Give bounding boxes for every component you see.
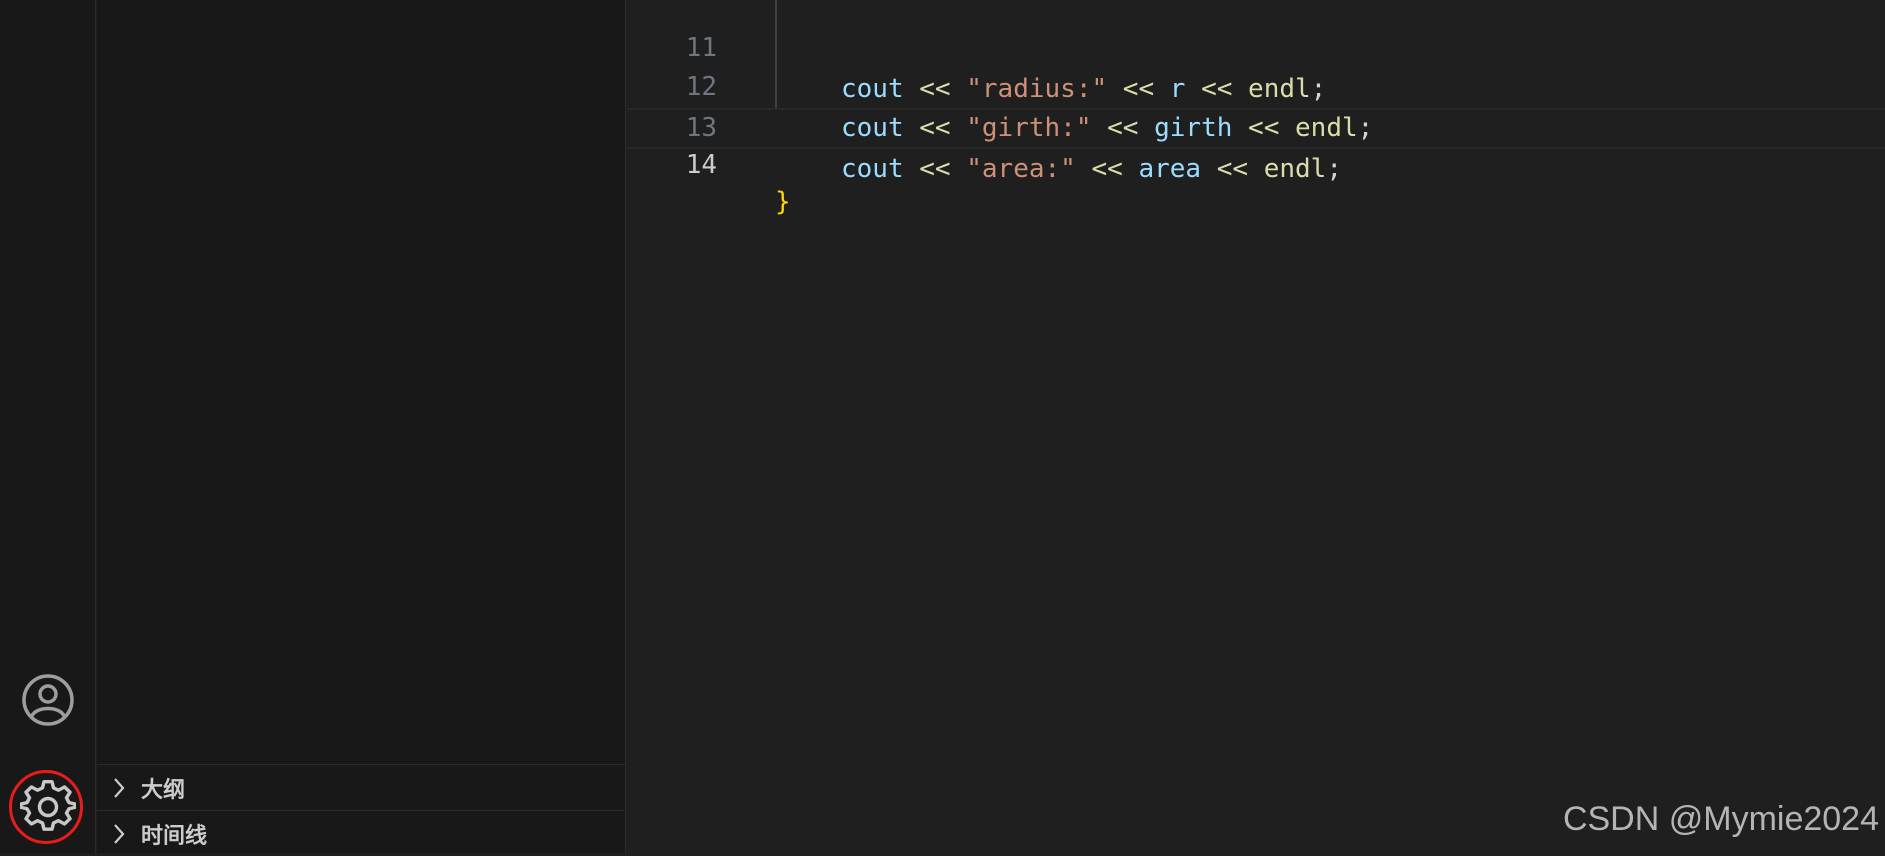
chevron-right-icon <box>114 823 125 844</box>
outline-section-label: 大纲 <box>141 777 186 803</box>
accounts-button[interactable] <box>0 660 96 740</box>
sidebar: 大纲 时间线 <box>97 0 626 853</box>
manage-settings-button[interactable] <box>0 767 96 847</box>
code-line[interactable]: 13 cout << "area:" << area << endl; <box>627 67 1885 184</box>
code-line[interactable]: 12 cout << "girth:" << girth << endl; <box>627 26 1885 143</box>
chevron-right-icon <box>114 777 125 798</box>
code-content: cout << "area:" << area << endl; <box>841 154 1342 184</box>
watermark: CSDN @Mymie2024 <box>1562 800 1879 838</box>
activity-bar <box>0 0 96 853</box>
code-line[interactable]: 11 cout << "radius:" << r << endl; <box>627 0 1885 104</box>
line-number: 14 <box>685 150 717 180</box>
outline-section-header[interactable]: 大纲 <box>97 764 625 810</box>
timeline-section-label: 时间线 <box>141 823 208 849</box>
current-code-line[interactable]: 14 } <box>627 108 1885 217</box>
gear-icon <box>20 780 76 831</box>
timeline-section-header[interactable]: 时间线 <box>97 810 625 856</box>
code-content: } <box>775 187 791 217</box>
code-editor[interactable]: 11 cout << "radius:" << r << endl; 12 co… <box>627 0 1885 853</box>
account-icon <box>22 674 74 726</box>
